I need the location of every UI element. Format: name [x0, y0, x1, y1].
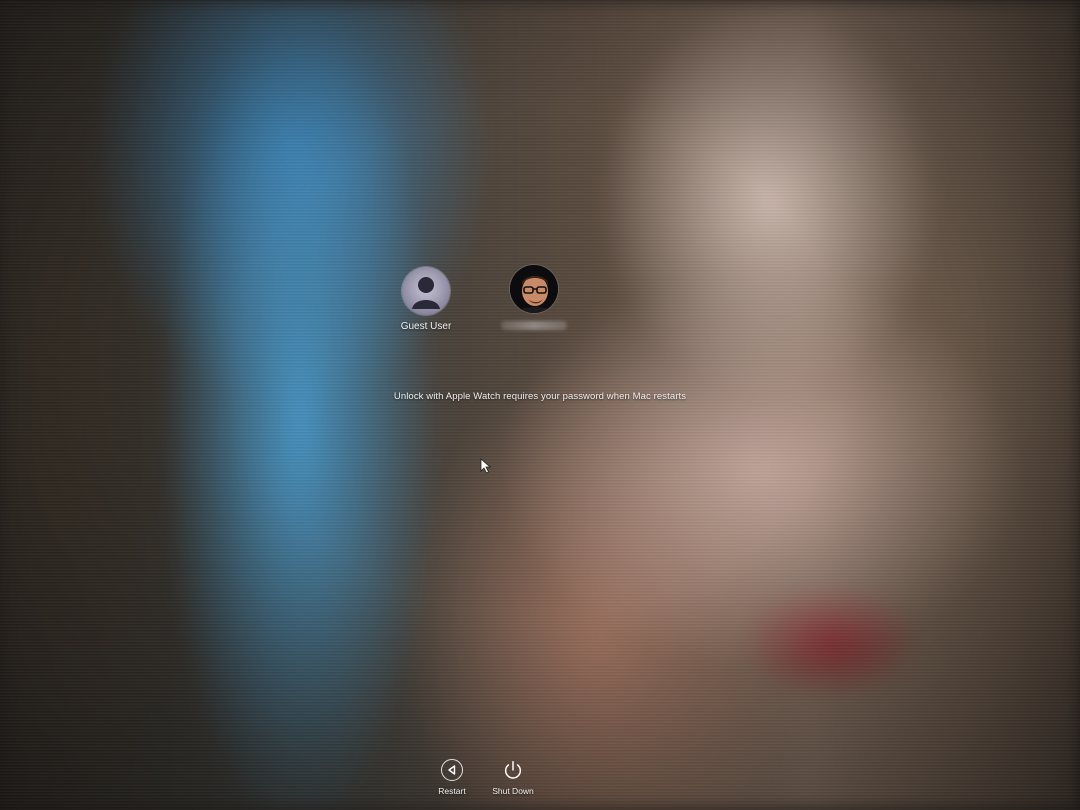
user-owner[interactable] [479, 265, 589, 330]
apple-watch-unlock-message: Unlock with Apple Watch requires your pa… [393, 391, 687, 402]
shutdown-button[interactable]: Shut Down [483, 759, 543, 796]
login-screen: Guest User Unlock with Apple Watch requi… [0, 0, 1080, 810]
user-guest[interactable]: Guest User [371, 267, 481, 332]
shutdown-label: Shut Down [492, 786, 534, 796]
mouse-pointer-icon [480, 458, 492, 474]
user-photo-avatar [510, 265, 558, 313]
guest-silhouette-icon [402, 267, 450, 315]
restart-button[interactable]: Restart [422, 759, 482, 796]
power-icon [502, 759, 524, 781]
restart-label: Restart [438, 786, 466, 796]
restart-icon [441, 759, 463, 781]
obscured-user-name [501, 321, 567, 330]
screen-texture [0, 0, 1080, 810]
guest-user-name: Guest User [400, 321, 452, 332]
